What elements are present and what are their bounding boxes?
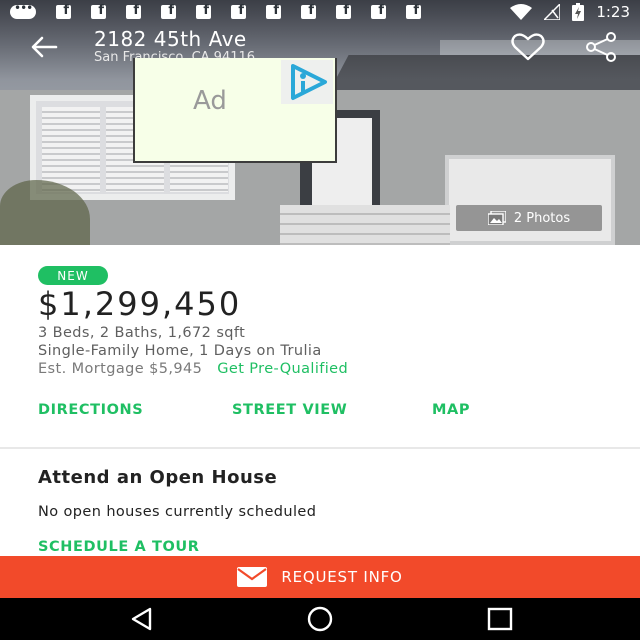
share-icon[interactable] [583, 32, 619, 62]
ad-banner[interactable]: Ad [133, 58, 337, 163]
ad-label: Ad [193, 86, 227, 116]
photo-gallery-icon [487, 211, 506, 225]
new-badge: NEW [38, 266, 108, 285]
signal-off-icon [544, 4, 561, 20]
street-view-button[interactable]: STREET VIEW [232, 402, 347, 418]
facebook-icon [231, 3, 246, 19]
listing-price: $1,299,450 [38, 285, 242, 323]
front-stairs [280, 205, 450, 245]
request-info-label: REQUEST INFO [281, 568, 403, 586]
facebook-icon [371, 3, 386, 19]
facebook-icon [266, 3, 281, 19]
property-type: Single-Family Home, 1 Days on Trulia [38, 343, 322, 359]
map-button[interactable]: MAP [432, 402, 470, 418]
section-divider [0, 447, 640, 449]
open-house-status: No open houses currently scheduled [38, 504, 317, 520]
action-row: DIRECTIONS STREET VIEW MAP [0, 402, 640, 424]
schedule-tour-button[interactable]: SCHEDULE A TOUR [38, 539, 200, 555]
directions-button[interactable]: DIRECTIONS [38, 402, 143, 418]
facebook-icon [91, 3, 106, 19]
back-arrow-icon[interactable] [28, 34, 60, 60]
mortgage-estimate: Est. Mortgage $5,945 Get Pre-Qualified [38, 361, 348, 377]
facebook-icon [196, 3, 211, 19]
battery-charging-icon [572, 3, 585, 21]
status-bar: 1:23 [0, 0, 640, 24]
wifi-icon [510, 4, 533, 20]
get-prequalified-link[interactable]: Get Pre-Qualified [217, 361, 348, 377]
facebook-icon [336, 3, 351, 19]
photos-count-label: 2 Photos [513, 210, 571, 226]
facebook-icon [301, 3, 316, 19]
facebook-icon [161, 3, 176, 19]
facebook-icon [406, 3, 421, 19]
open-house-heading: Attend an Open House [38, 467, 278, 488]
facebook-icon [126, 3, 141, 19]
facebook-icon [56, 3, 71, 19]
photos-button[interactable]: 2 Photos [456, 205, 602, 231]
garage-door [445, 155, 615, 245]
favorite-heart-icon[interactable] [510, 32, 546, 62]
envelope-icon [237, 567, 268, 587]
mortgage-text: Est. Mortgage $5,945 [38, 361, 203, 377]
notification-icons [10, 1, 421, 19]
system-nav-bar [0, 598, 640, 640]
nav-home-icon[interactable] [306, 606, 334, 632]
address-title: 2182 45th Ave [94, 27, 247, 51]
message-icon [10, 1, 36, 19]
request-info-button[interactable]: REQUEST INFO [0, 556, 640, 598]
listing-facts: 3 Beds, 2 Baths, 1,672 sqft [38, 325, 246, 341]
nav-recents-icon[interactable] [486, 606, 514, 632]
clock: 1:23 [596, 3, 630, 21]
nav-back-icon[interactable] [128, 606, 156, 632]
ad-choices-icon[interactable] [281, 60, 333, 104]
